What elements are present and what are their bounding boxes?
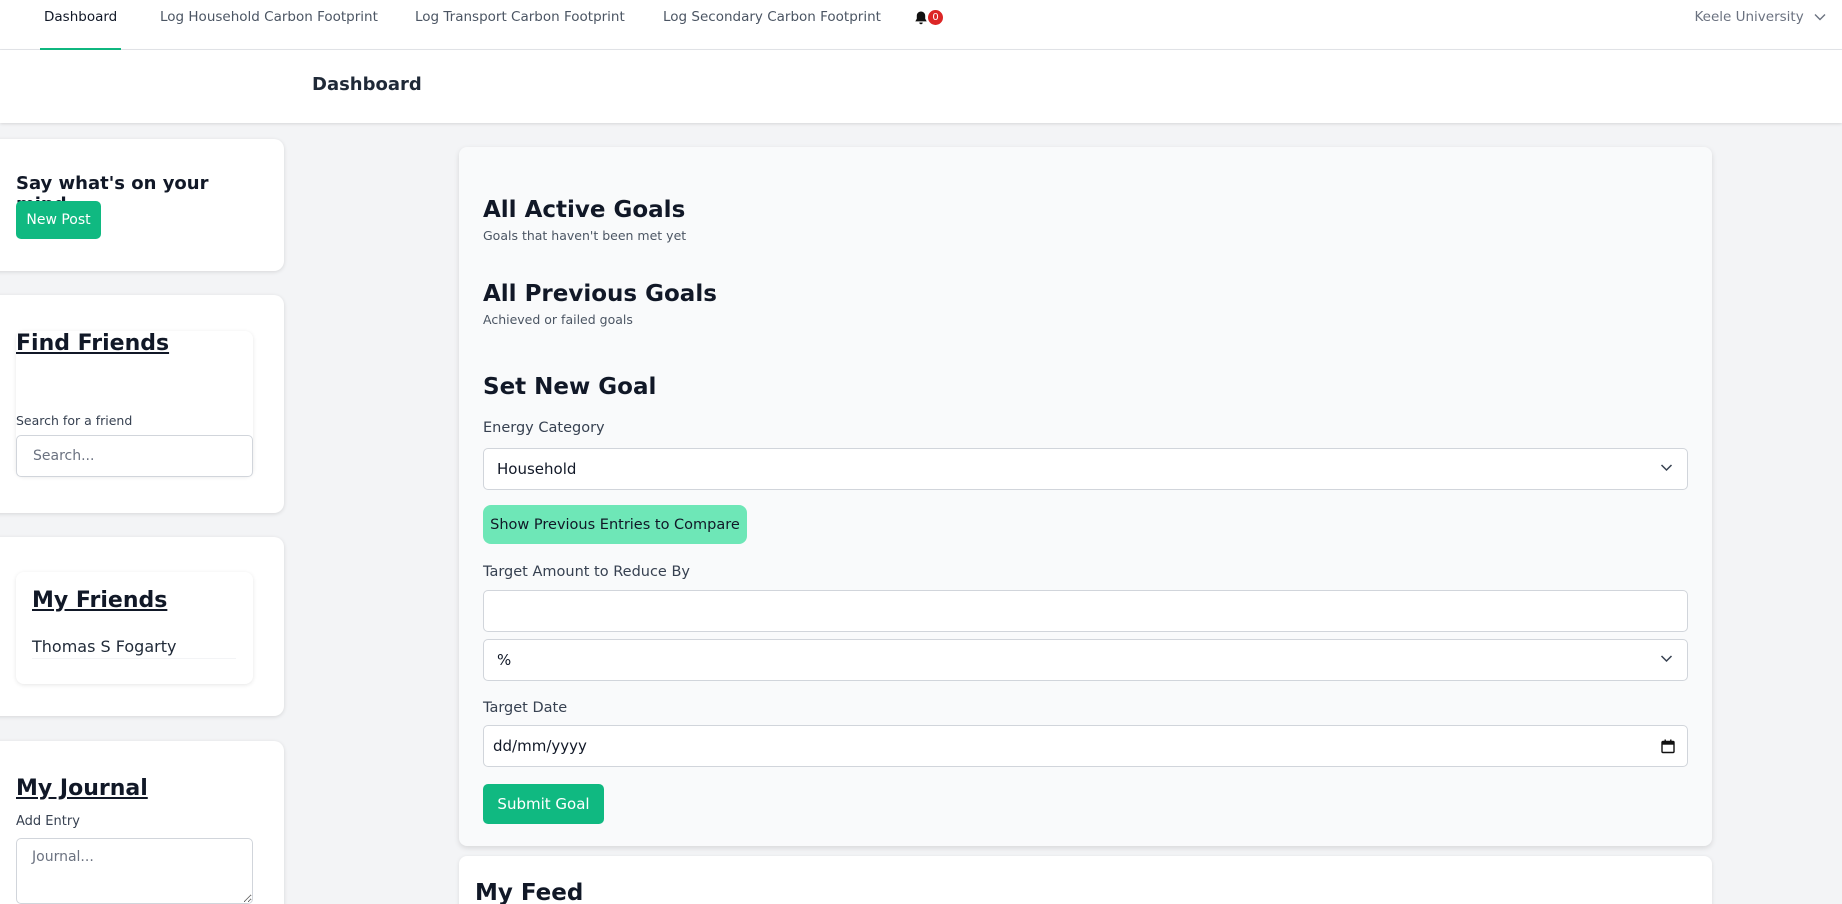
target-date-label: Target Date [483, 700, 568, 716]
new-post-card: Say what's on your mind... New Post [0, 139, 284, 271]
my-friends-title: My Friends [32, 588, 168, 613]
active-goals-subtitle: Goals that haven't been met yet [483, 228, 687, 243]
journal-entry-input[interactable] [16, 838, 253, 904]
date-placeholder: dd/mm/yyyy [493, 737, 587, 755]
new-post-button[interactable]: New Post [16, 201, 101, 239]
previous-goals-title: All Previous Goals [483, 281, 717, 307]
notification-badge: 0 [928, 10, 943, 25]
feed-card: My Feed [459, 856, 1712, 904]
unit-select[interactable]: % [483, 639, 1688, 681]
page-header: Dashboard [0, 50, 1842, 123]
journal-title: My Journal [16, 776, 148, 801]
chevron-down-icon [1660, 464, 1673, 472]
nav-log-transport[interactable]: Log Transport Carbon Footprint [415, 0, 625, 50]
energy-category-select[interactable]: Household [483, 448, 1688, 490]
chevron-down-icon [1814, 14, 1826, 21]
find-friends-title: Find Friends [16, 331, 170, 356]
nav-log-household[interactable]: Log Household Carbon Footprint [160, 0, 378, 50]
search-friend-label: Search for a friend [16, 413, 133, 428]
feed-title: My Feed [475, 880, 584, 904]
user-name: Keele University [1694, 9, 1804, 25]
calendar-icon[interactable] [1661, 739, 1675, 754]
find-friends-panel: Find Friends Search for a friend [16, 331, 253, 477]
target-date-input[interactable]: dd/mm/yyyy [483, 725, 1688, 767]
submit-goal-button[interactable]: Submit Goal [483, 784, 604, 824]
add-entry-label: Add Entry [16, 814, 80, 829]
new-goal-title: Set New Goal [483, 374, 657, 400]
friend-list-item[interactable]: Thomas S Fogarty [32, 637, 236, 659]
target-amount-input[interactable] [483, 590, 1688, 632]
page-title: Dashboard [312, 74, 422, 95]
bell-icon [915, 11, 927, 25]
energy-category-label: Energy Category [483, 420, 605, 436]
my-friends-card: My Friends Thomas S Fogarty [0, 537, 284, 716]
unit-value: % [497, 651, 512, 669]
chevron-down-icon [1660, 655, 1673, 663]
previous-goals-subtitle: Achieved or failed goals [483, 312, 633, 327]
compare-entries-button[interactable]: Show Previous Entries to Compare [483, 505, 747, 544]
top-nav: Dashboard Log Household Carbon Footprint… [0, 0, 1842, 50]
user-menu[interactable]: Keele University [1694, 0, 1826, 34]
energy-category-value: Household [497, 460, 577, 478]
active-goals-title: All Active Goals [483, 197, 686, 223]
my-friends-panel: My Friends Thomas S Fogarty [16, 572, 253, 684]
nav-dashboard[interactable]: Dashboard [40, 0, 122, 50]
goals-panel: All Active Goals Goals that haven't been… [459, 147, 1712, 846]
journal-card: My Journal Add Entry [0, 741, 284, 904]
find-friends-card: Find Friends Search for a friend [0, 295, 284, 513]
friend-search-input[interactable] [16, 435, 253, 477]
nav-log-secondary[interactable]: Log Secondary Carbon Footprint [663, 0, 881, 50]
notifications-button[interactable]: 0 [913, 9, 945, 29]
target-amount-label: Target Amount to Reduce By [483, 564, 690, 580]
